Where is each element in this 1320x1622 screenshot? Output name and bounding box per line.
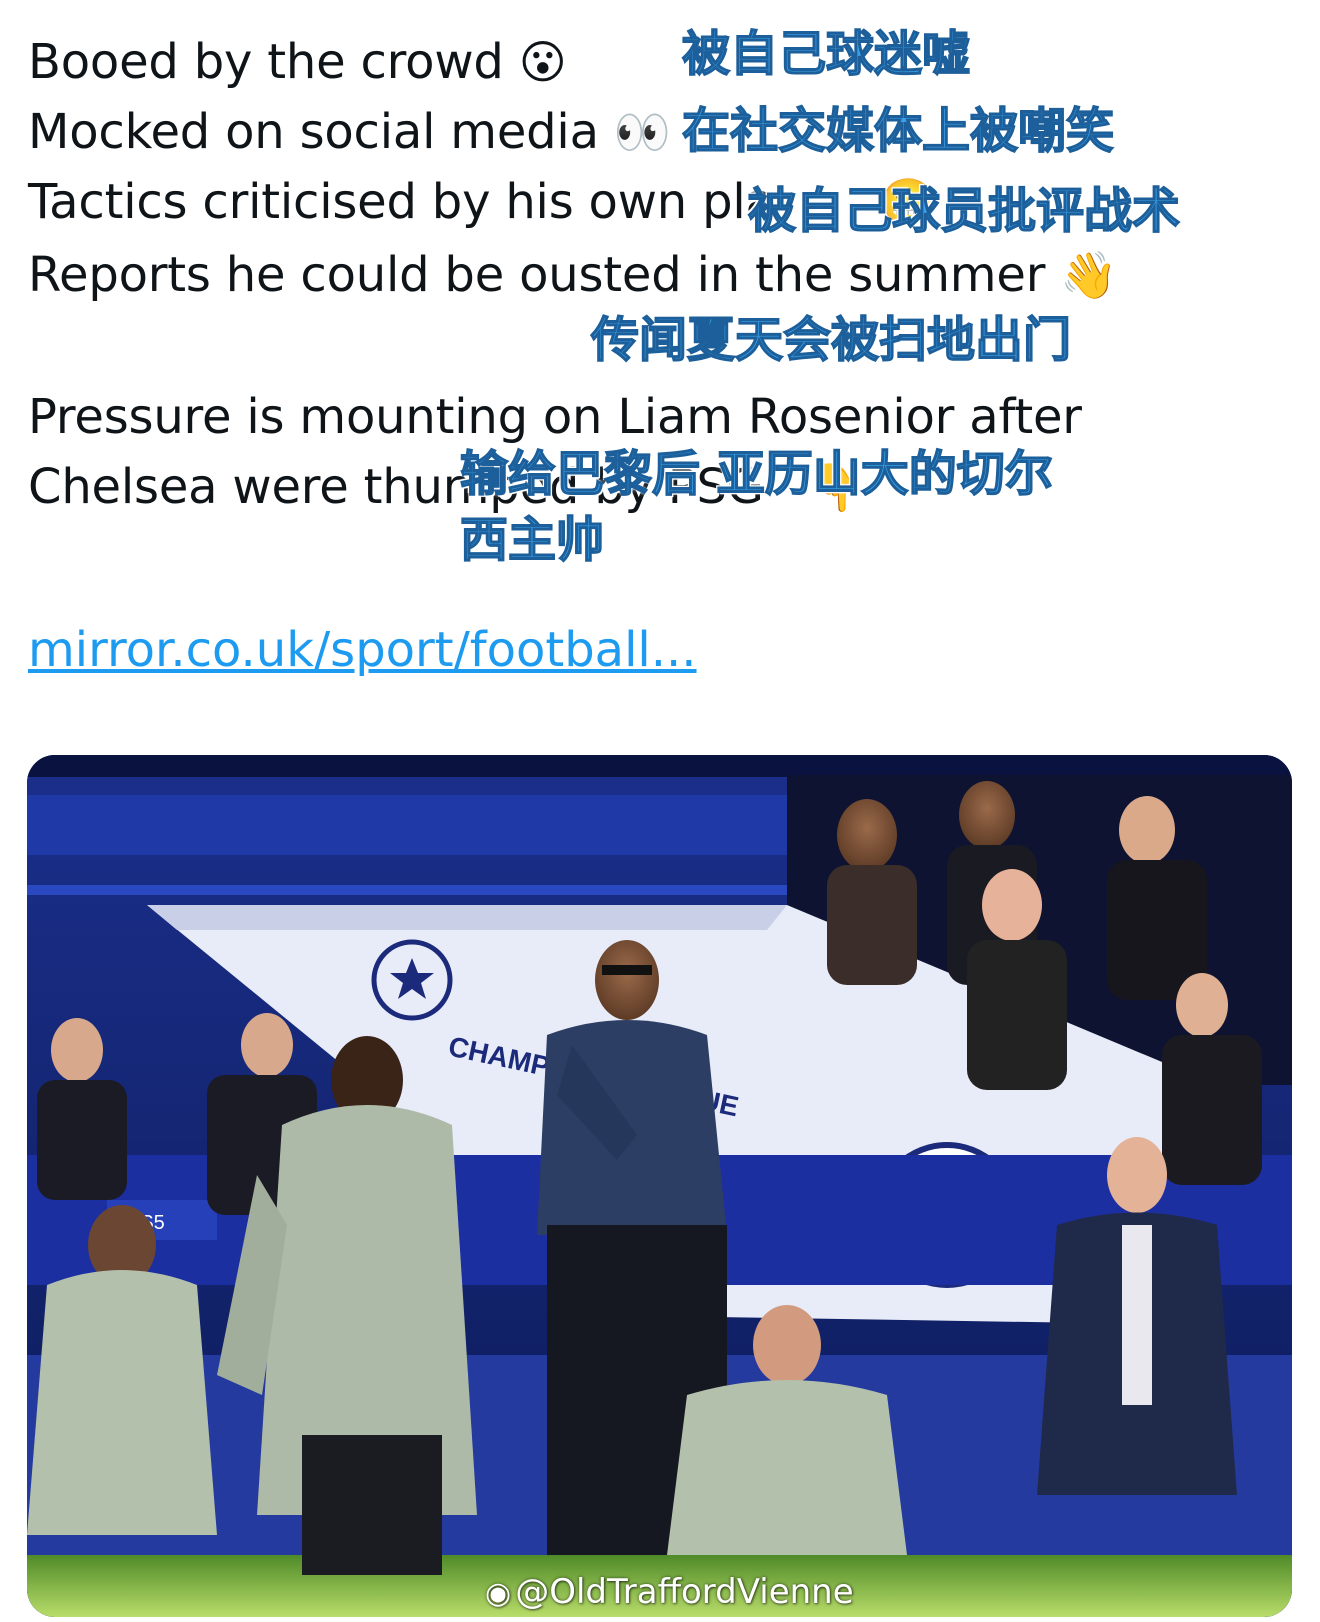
overlay-annotation-5: 输给巴黎后 亚历山大的切尔 xyxy=(459,445,1053,503)
overlay-annotation-2: 在社交媒体上被嘲笑 xyxy=(681,102,1115,160)
match-photo[interactable]: CHAMPIONS LEAGUE PS5 xyxy=(27,755,1292,1617)
tweet-line-1-text: Booed by the crowd xyxy=(28,34,504,90)
tweet-line-1: Booed by the crowd 😮 xyxy=(28,34,567,90)
tweet-line-3-text: Tactics criticised by his own pla xyxy=(28,174,775,230)
photo-scene: CHAMPIONS LEAGUE PS5 xyxy=(27,755,1292,1617)
weibo-logo-icon: ◉ xyxy=(485,1576,512,1611)
watermark-text: @OldTraffordVienne xyxy=(515,1572,854,1612)
tweet-line-2: Mocked on social media 👀 xyxy=(28,104,671,160)
eyes-emoji-icon: 👀 xyxy=(613,105,671,159)
tweet-line-5: Pressure is mounting on Liam Rosenior af… xyxy=(28,389,1082,445)
overlay-annotation-4: 传闻夏天会被扫地出门 xyxy=(590,311,1072,369)
overlay-annotation-6: 西主帅 xyxy=(459,511,605,569)
watermark: ◉ @OldTraffordVienne xyxy=(485,1572,854,1614)
overlay-annotation-3: 被自己球员批评战术 xyxy=(747,182,1181,240)
tweet-line-4: Reports he could be ousted in the summer… xyxy=(28,247,1118,303)
tweet-line-4-text: Reports he could be ousted in the summer xyxy=(28,247,1046,303)
article-link[interactable]: mirror.co.uk/sport/football... xyxy=(28,622,697,678)
tweet-line-2-text: Mocked on social media xyxy=(28,104,599,160)
overlay-annotation-1: 被自己球迷嘘 xyxy=(681,25,971,83)
surprised-face-emoji-icon: 😮 xyxy=(518,35,567,89)
tweet-line-5-text: Pressure is mounting on Liam Rosenior af… xyxy=(28,389,1082,445)
waving-hand-emoji-icon: 👋 xyxy=(1060,248,1118,302)
